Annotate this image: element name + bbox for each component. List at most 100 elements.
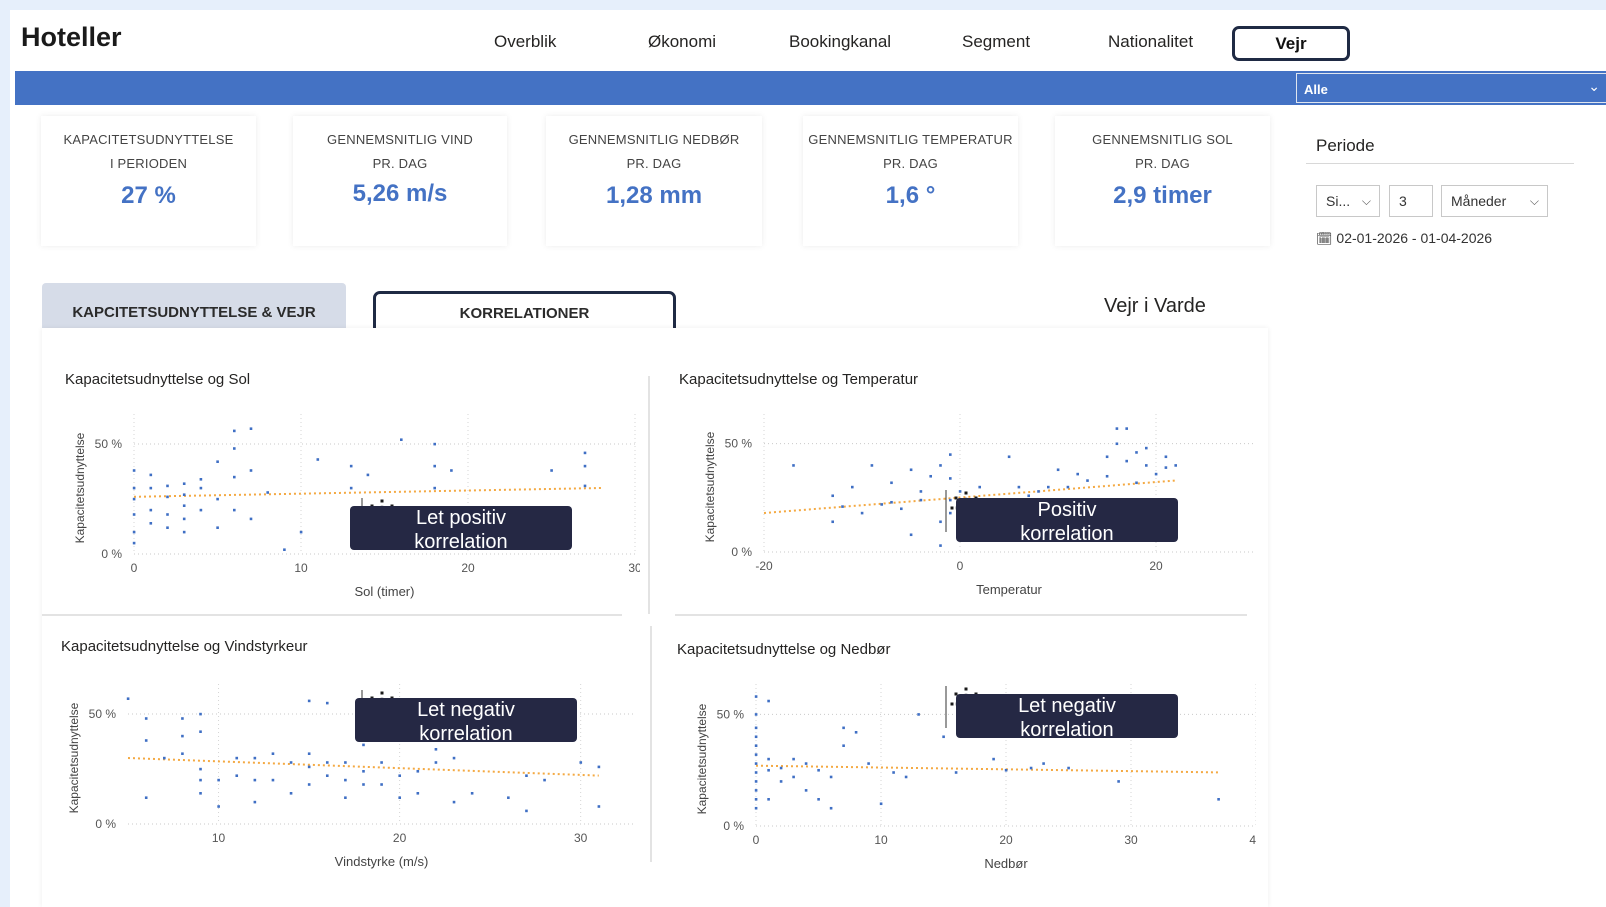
nav-okonomi[interactable]: Økonomi <box>648 32 716 52</box>
data-point <box>507 796 510 799</box>
scatter-chart-sol: 0 % 50 % 0 10 20 30 Sol (timer) Kapacitetsudnyt… <box>73 414 640 599</box>
x-tick-label: 10 <box>212 831 226 845</box>
data-point <box>1135 481 1138 485</box>
data-point <box>325 701 329 705</box>
y-tick-label: 50 % <box>89 707 117 721</box>
y-axis-label: Kapacitetsudnyttelse <box>703 431 717 542</box>
callout-text: korrelation <box>414 531 507 553</box>
data-point <box>1125 459 1128 463</box>
chart-title-nedbor: Kapacitetsudnyttelse og Nedbør <box>677 641 891 658</box>
data-point <box>398 774 402 777</box>
data-point <box>362 770 365 773</box>
data-point <box>233 508 236 512</box>
data-point <box>1135 451 1138 454</box>
divider <box>675 614 1247 616</box>
chart-title-sol: Kapacitetsudnyttelse og Sol <box>65 371 251 388</box>
data-point <box>362 743 365 747</box>
filter-value: Alle <box>1304 82 1328 97</box>
data-point <box>452 756 456 760</box>
data-point <box>253 800 257 804</box>
data-point <box>954 771 958 774</box>
data-point <box>842 726 845 730</box>
period-label: Periode <box>1316 136 1375 155</box>
data-point <box>1145 446 1148 450</box>
data-point <box>433 464 436 468</box>
data-point <box>829 775 833 779</box>
chart-title-vind: Kapacitetsudnyttelse og Vindstyrkeur <box>61 638 308 655</box>
data-point <box>163 756 166 760</box>
period-unit-dropdown[interactable]: Måneder ⌵ <box>1441 185 1548 217</box>
divider <box>648 376 650 614</box>
data-point <box>949 498 952 502</box>
data-point <box>149 508 153 512</box>
callout-text: Positiv <box>1038 499 1097 521</box>
kpi-card-sol: GENNEMSNITLIG SOL PR. DAG 2,9 timer <box>1055 116 1270 246</box>
data-point <box>433 486 436 490</box>
date-range-text: 02-01-2026 - 01-04-2026 <box>1336 230 1493 246</box>
x-axis-label: Vindstyrke (m/s) <box>335 854 429 869</box>
data-point <box>344 761 347 764</box>
data-point <box>325 774 329 777</box>
data-point <box>1056 468 1060 472</box>
data-point <box>217 778 220 782</box>
y-tick-label: 0 % <box>723 819 744 833</box>
data-point <box>366 473 370 477</box>
data-point <box>181 717 184 720</box>
data-point <box>166 526 169 529</box>
period-relative-dropdown[interactable]: Si... ⌵ <box>1316 185 1380 217</box>
data-point <box>583 464 587 468</box>
data-point <box>543 778 546 782</box>
chevron-down-icon: ⌵ <box>1361 194 1371 208</box>
chevron-down-icon: ⌵ <box>1529 194 1539 208</box>
data-point <box>1105 474 1109 478</box>
period-count-input[interactable]: 3 <box>1389 185 1433 217</box>
data-point <box>583 484 587 488</box>
data-point <box>831 520 834 524</box>
data-point <box>829 806 833 810</box>
data-point <box>890 481 893 485</box>
data-point <box>380 783 383 786</box>
data-point <box>253 756 257 760</box>
y-tick-label: 0 % <box>731 545 752 559</box>
data-point <box>434 748 438 751</box>
data-point <box>550 469 553 472</box>
kpi-value: 2,9 timer <box>1113 182 1212 209</box>
data-point <box>199 730 202 733</box>
tab-kapacitet-vejr[interactable]: KAPCITETSUDNYTTELSE & VEJR <box>42 283 346 329</box>
nav-bookingkanal[interactable]: Bookingkanal <box>789 32 891 52</box>
data-point <box>149 486 153 490</box>
data-point <box>1115 442 1119 446</box>
nav-vejr-active[interactable]: Vejr <box>1232 26 1350 61</box>
trend-line <box>133 487 602 498</box>
data-point <box>132 497 136 501</box>
x-axis-label: Temperatur <box>976 582 1042 597</box>
divider <box>650 626 652 862</box>
data-point <box>909 468 913 472</box>
data-point <box>949 511 952 515</box>
nav-overblik[interactable]: Overblik <box>494 32 556 52</box>
data-point <box>949 477 952 480</box>
data-point <box>362 783 365 786</box>
data-point <box>1029 766 1033 770</box>
data-point <box>233 447 236 450</box>
data-point <box>199 486 203 490</box>
period-relative-value: Si... <box>1326 193 1351 209</box>
nav-segment[interactable]: Segment <box>962 32 1030 52</box>
data-point <box>754 771 758 774</box>
filter-dropdown[interactable]: Alle ⌄ <box>1296 73 1606 103</box>
data-point <box>249 427 253 430</box>
x-tick-label: 40 <box>1249 833 1256 847</box>
data-point <box>817 798 820 801</box>
x-axis-label: Nedbør <box>984 856 1028 871</box>
y-tick-label: 0 % <box>101 547 122 561</box>
data-point <box>216 460 219 463</box>
data-point <box>132 513 136 516</box>
kpi-label: GENNEMSNITLIG VIND PR. DAG <box>327 132 473 171</box>
nav-nationalitet[interactable]: Nationalitet <box>1108 32 1193 52</box>
data-point <box>144 739 148 742</box>
kpi-value: 1,6 ° <box>885 182 936 209</box>
callout-text: korrelation <box>1020 523 1113 545</box>
kpi-value: 27 % <box>121 182 176 209</box>
data-point <box>831 494 834 498</box>
data-point <box>754 726 758 730</box>
